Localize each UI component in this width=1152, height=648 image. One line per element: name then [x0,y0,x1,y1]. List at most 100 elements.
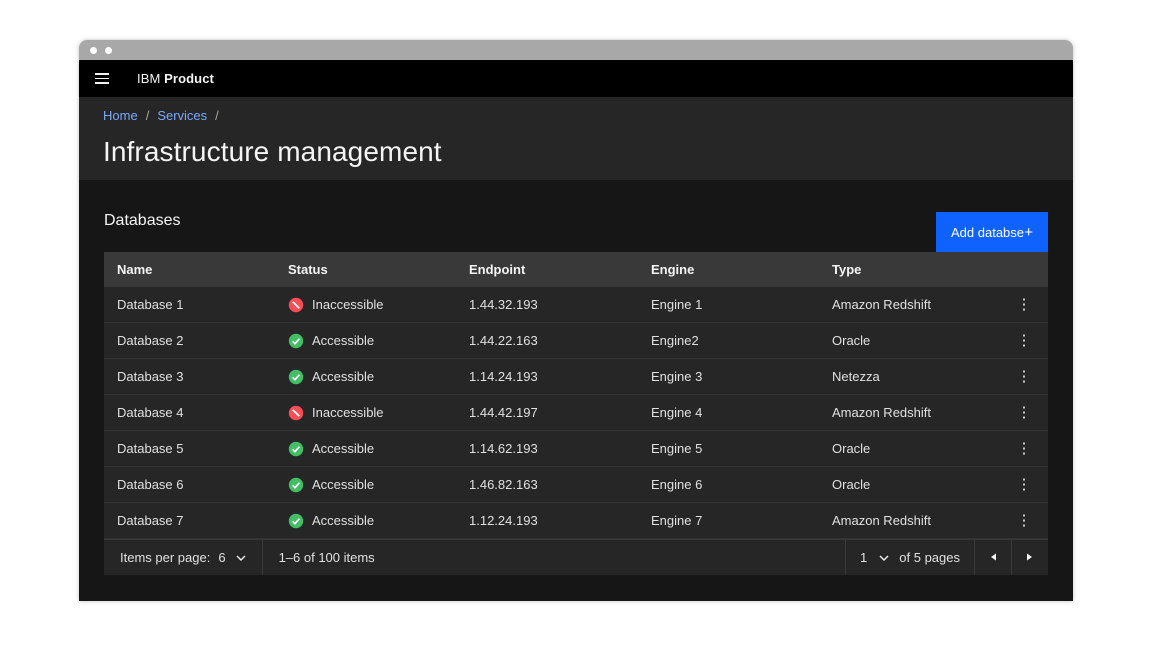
cell-name: Database 4 [104,405,275,420]
cell-status: Accessible [275,369,456,385]
column-header-engine: Engine [638,262,819,277]
page-title: Infrastructure management [103,136,1049,168]
cell-actions: ⋮ [1000,325,1048,357]
column-header-endpoint: Endpoint [456,262,638,277]
breadcrumb-link-home[interactable]: Home [103,108,138,123]
cell-engine: Engine 5 [638,441,819,456]
cell-actions: ⋮ [1000,361,1048,393]
cell-name: Database 7 [104,513,275,528]
section-title: Databases [104,212,181,230]
overflow-menu-icon[interactable]: ⋮ [1008,397,1040,429]
brand-prefix: IBM [137,71,160,86]
cell-type: Oracle [819,477,1000,492]
overflow-menu-icon[interactable]: ⋮ [1008,289,1040,321]
cell-name: Database 1 [104,297,275,312]
accessible-icon [288,333,304,349]
pagination-left: Items per page: 6 1–6 of 100 items [104,540,845,575]
cell-name: Database 3 [104,369,275,384]
cell-endpoint: 1.44.42.197 [456,405,638,420]
window-control-dot[interactable] [105,47,112,54]
table-row: Database 5 Accessible 1.14.62.193 Engine… [104,431,1048,467]
main-content: Databases Add databse + Name Status Endp… [79,180,1073,601]
overflow-menu-icon[interactable]: ⋮ [1008,469,1040,501]
status-label: Accessible [312,441,374,456]
add-database-button[interactable]: Add databse + [936,212,1048,252]
caret-left-icon [989,550,997,565]
cell-engine: Engine 6 [638,477,819,492]
table-row: Database 4 Inaccessible 1.44.42.197 Engi… [104,395,1048,431]
table-header-row: Name Status Endpoint Engine Type [104,252,1048,287]
table-row: Database 7 Accessible 1.12.24.193 Engine… [104,503,1048,539]
cell-type: Amazon Redshift [819,405,1000,420]
cell-name: Database 6 [104,477,275,492]
accessible-icon [288,477,304,493]
brand-title: IBM Product [137,71,214,86]
cell-actions: ⋮ [1000,433,1048,465]
cell-status: Accessible [275,333,456,349]
cell-actions: ⋮ [1000,289,1048,321]
cell-status: Accessible [275,477,456,493]
cell-type: Netezza [819,369,1000,384]
page-number-select[interactable]: 1 of 5 pages [846,540,974,575]
column-header-type: Type [819,262,1000,277]
table-row: Database 3 Accessible 1.14.24.193 Engine… [104,359,1048,395]
overflow-menu-icon[interactable]: ⋮ [1008,433,1040,465]
overflow-menu-icon[interactable]: ⋮ [1008,505,1040,537]
app-window: IBM Product Home / Services / Infrastruc… [79,40,1073,601]
chevron-down-icon [236,555,246,561]
status-label: Accessible [312,369,374,384]
breadcrumb-link-services[interactable]: Services [157,108,207,123]
window-control-dot[interactable] [90,47,97,54]
add-database-button-label: Add databse [951,225,1024,240]
brand-name: Product [164,71,214,86]
cell-status: Accessible [275,513,456,529]
cell-engine: Engine2 [638,333,819,348]
previous-page-button[interactable] [974,540,1011,575]
chevron-down-icon [879,555,889,561]
cell-endpoint: 1.46.82.163 [456,477,638,492]
accessible-icon [288,513,304,529]
pagination-bar: Items per page: 6 1–6 of 100 items 1 of … [104,539,1048,575]
cell-engine: Engine 1 [638,297,819,312]
cell-type: Oracle [819,333,1000,348]
cell-name: Database 5 [104,441,275,456]
status-label: Inaccessible [312,405,384,420]
breadcrumb: Home / Services / [103,108,1049,123]
plus-icon: + [1024,225,1033,240]
inaccessible-icon [288,405,304,421]
pagination-range-text: 1–6 of 100 items [263,540,391,575]
overflow-menu-icon[interactable]: ⋮ [1008,361,1040,393]
inaccessible-icon [288,297,304,313]
cell-type: Amazon Redshift [819,297,1000,312]
cell-engine: Engine 4 [638,405,819,420]
cell-endpoint: 1.44.32.193 [456,297,638,312]
cell-status: Inaccessible [275,297,456,313]
column-header-status: Status [275,262,456,277]
app-header: IBM Product [79,60,1073,97]
next-page-button[interactable] [1011,540,1048,575]
table-row: Database 6 Accessible 1.46.82.163 Engine… [104,467,1048,503]
status-label: Accessible [312,477,374,492]
cell-endpoint: 1.14.24.193 [456,369,638,384]
status-label: Accessible [312,513,374,528]
items-per-page-select[interactable]: Items per page: 6 [104,540,262,575]
status-label: Accessible [312,333,374,348]
page-header: Home / Services / Infrastructure managem… [79,97,1073,180]
cell-actions: ⋮ [1000,505,1048,537]
breadcrumb-separator: / [215,108,219,123]
cell-endpoint: 1.44.22.163 [456,333,638,348]
cell-type: Oracle [819,441,1000,456]
breadcrumb-separator: / [146,108,150,123]
cell-status: Inaccessible [275,405,456,421]
hamburger-menu-icon[interactable] [95,73,109,84]
pages-total-text: of 5 pages [899,550,960,565]
pagination-right: 1 of 5 pages [845,540,1048,575]
overflow-menu-icon[interactable]: ⋮ [1008,325,1040,357]
caret-right-icon [1026,550,1034,565]
accessible-icon [288,369,304,385]
table-toolbar: Databases Add databse + [104,180,1048,252]
page-number-value: 1 [860,550,867,565]
table-body: Database 1 Inaccessible 1.44.32.193 Engi… [104,287,1048,539]
cell-endpoint: 1.12.24.193 [456,513,638,528]
cell-endpoint: 1.14.62.193 [456,441,638,456]
